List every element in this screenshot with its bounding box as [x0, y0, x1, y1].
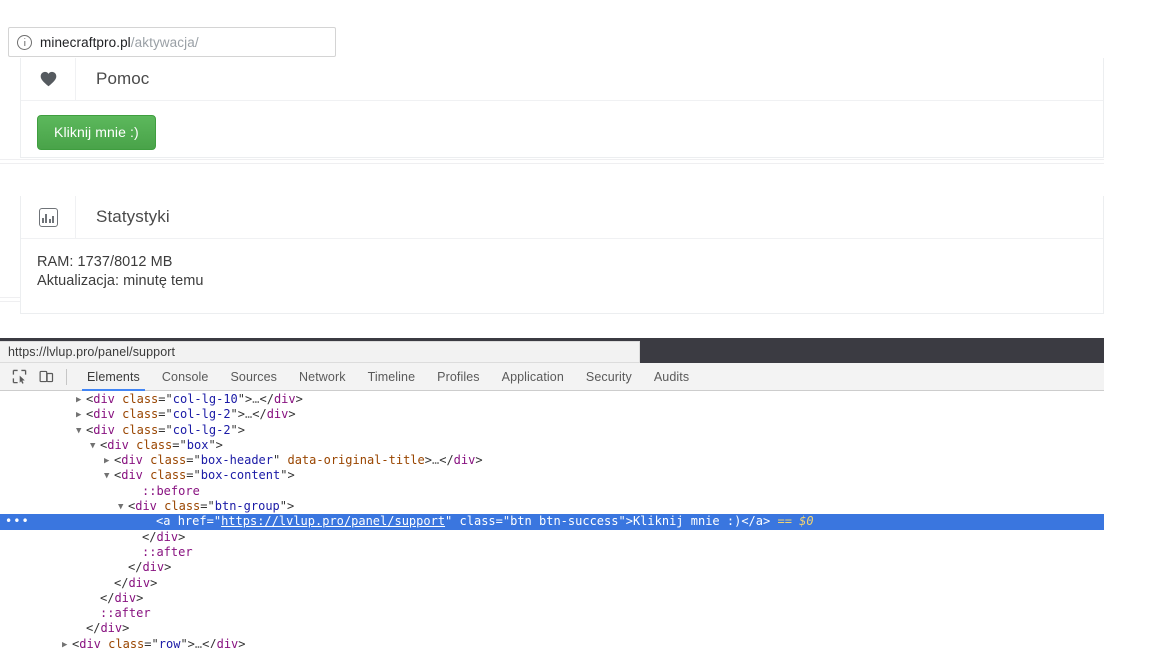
dom-row[interactable]: </div> — [0, 591, 1104, 606]
box-header-statystyki: Statystyki — [21, 196, 1103, 239]
disclosure-triangle-collapsed-icon[interactable]: ▶ — [76, 393, 86, 408]
tab-profiles[interactable]: Profiles — [426, 363, 490, 391]
disclosure-spacer — [90, 592, 100, 607]
tab-console[interactable]: Console — [151, 363, 220, 391]
url-path: /aktywacja/ — [131, 35, 199, 50]
tab-audits[interactable]: Audits — [643, 363, 700, 391]
status-bar-url: https://lvlup.pro/panel/support — [0, 341, 640, 363]
dom-row[interactable]: ▼<div class="box"> — [0, 438, 1104, 453]
dom-row[interactable]: </div> — [0, 560, 1104, 575]
inspect-element-icon[interactable] — [6, 364, 33, 390]
box-title: Statystyki — [76, 207, 170, 227]
disclosure-triangle-expanded-icon[interactable]: ▼ — [90, 439, 100, 454]
url-domain: minecraftpro.pl — [40, 35, 131, 50]
box-statystyki: Statystyki RAM: 1737/8012 MB Aktualizacj… — [20, 196, 1104, 314]
page-divider — [0, 163, 1104, 164]
dom-row[interactable]: ▼<div class="col-lg-2"> — [0, 423, 1104, 438]
browser-address-bar[interactable]: minecraftpro.pl/aktywacja/ — [8, 27, 336, 57]
disclosure-triangle-collapsed-icon[interactable]: ▶ — [104, 454, 114, 469]
disclosure-spacer — [118, 561, 128, 576]
disclosure-triangle-expanded-icon[interactable]: ▼ — [118, 500, 128, 515]
tab-elements[interactable]: Elements — [76, 363, 151, 391]
disclosure-spacer — [90, 607, 100, 622]
stat-aktualizacja: Aktualizacja: minutę temu — [37, 272, 1087, 291]
dom-row[interactable]: ▼<div class="btn-group"> — [0, 499, 1104, 514]
dom-row[interactable]: ::after — [0, 606, 1104, 621]
disclosure-triangle-collapsed-icon[interactable]: ▶ — [62, 638, 72, 648]
disclosure-triangle-expanded-icon[interactable]: ▼ — [76, 424, 86, 439]
dom-row[interactable]: ▶<div class="col-lg-10">…</div> — [0, 392, 1104, 407]
disclosure-spacer — [132, 485, 142, 500]
disclosure-triangle-expanded-icon[interactable]: ▼ — [104, 469, 114, 484]
stat-ram: RAM: 1737/8012 MB — [37, 253, 1087, 272]
box-content-statystyki: RAM: 1737/8012 MB Aktualizacja: minutę t… — [21, 239, 1103, 291]
tab-network[interactable]: Network — [288, 363, 357, 391]
kliknij-mnie-button[interactable]: Kliknij mnie :) — [37, 115, 156, 150]
tab-security[interactable]: Security — [575, 363, 643, 391]
dom-row-selected[interactable]: ••• <a href="https://lvlup.pro/panel/sup… — [0, 514, 1104, 529]
disclosure-spacer — [146, 515, 156, 530]
page-viewport: Pomoc Kliknij mnie :) Statystyki RAM: 17… — [0, 58, 1104, 336]
box-content-pomoc: Kliknij mnie :) — [21, 101, 1103, 150]
dom-row[interactable]: ▶<div class="box-header" data-original-t… — [0, 453, 1104, 468]
dom-row[interactable]: </div> — [0, 621, 1104, 636]
dom-row[interactable]: ::before — [0, 484, 1104, 499]
info-circle-icon[interactable] — [17, 35, 32, 50]
tab-sources[interactable]: Sources — [219, 363, 288, 391]
dom-row[interactable]: ▶<div class="col-lg-2">…</div> — [0, 407, 1104, 422]
devtools-toolbar: Elements Console Sources Network Timelin… — [0, 363, 1104, 391]
box-pomoc: Pomoc Kliknij mnie :) — [20, 58, 1104, 158]
page-divider — [0, 159, 1104, 160]
box-header-pomoc: Pomoc — [21, 58, 1103, 101]
devtools-panel: Elements Console Sources Network Timelin… — [0, 338, 1104, 648]
disclosure-spacer — [132, 531, 142, 546]
dom-row[interactable]: </div> — [0, 576, 1104, 591]
dom-row[interactable]: ::after — [0, 545, 1104, 560]
disclosure-spacer — [104, 577, 114, 592]
disclosure-spacer — [76, 622, 86, 637]
tab-application[interactable]: Application — [491, 363, 575, 391]
devtools-tabs: Elements Console Sources Network Timelin… — [76, 363, 700, 391]
disclosure-triangle-collapsed-icon[interactable]: ▶ — [76, 408, 86, 423]
tab-timeline[interactable]: Timeline — [357, 363, 427, 391]
row-overflow-dots: ••• — [5, 518, 30, 525]
dom-tree[interactable]: ▶<div class="col-lg-10">…</div>▶<div cla… — [0, 392, 1104, 648]
dom-row[interactable]: </div> — [0, 530, 1104, 545]
device-toolbar-icon[interactable] — [33, 364, 60, 390]
bar-chart-icon — [21, 196, 76, 238]
dom-row[interactable]: ▶<div class="row">…</div> — [0, 637, 1104, 648]
address-bar-url: minecraftpro.pl/aktywacja/ — [40, 35, 199, 50]
disclosure-spacer — [132, 546, 142, 561]
toolbar-divider — [66, 369, 67, 385]
box-title: Pomoc — [76, 69, 149, 89]
heart-icon — [21, 58, 76, 100]
dom-row[interactable]: ▼<div class="box-content"> — [0, 468, 1104, 483]
